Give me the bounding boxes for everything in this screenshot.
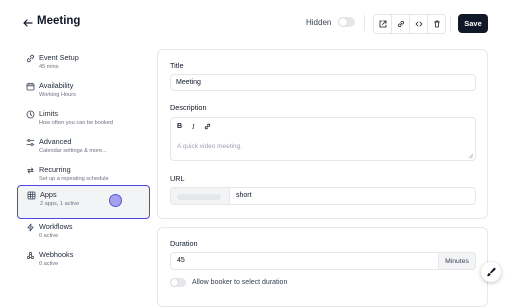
sidebar-item-label: Advanced <box>39 137 72 146</box>
url-prefix-blurred <box>177 194 221 200</box>
webhook-icon <box>26 251 35 260</box>
duration-unit: Minutes <box>438 252 476 270</box>
external-link-icon <box>379 20 387 28</box>
sidebar-item-label: Limits <box>39 109 59 118</box>
allow-booker-duration-toggle[interactable] <box>170 278 186 287</box>
cursor-indicator <box>109 194 122 207</box>
description-placeholder: A quick video meeting. <box>177 143 243 150</box>
sidebar-item-subtitle: 45 mins <box>39 64 59 70</box>
link-icon <box>26 54 35 63</box>
code-icon <box>415 20 423 28</box>
sidebar-item-subtitle: Working Hours <box>39 92 76 98</box>
back-arrow-icon[interactable] <box>22 17 34 29</box>
clock-icon <box>26 110 35 119</box>
toggle-knob <box>339 18 347 26</box>
divider <box>364 15 365 31</box>
page-title: Meeting <box>37 15 81 27</box>
editor-toolbar: B I <box>177 123 211 131</box>
url-prefix <box>170 187 229 205</box>
duration-label: Duration <box>170 239 198 248</box>
link-icon <box>205 123 211 130</box>
link-button[interactable] <box>204 123 211 131</box>
sidebar-item-label: Recurring <box>39 165 71 174</box>
link-icon <box>397 20 405 28</box>
brush-icon <box>486 267 496 277</box>
description-label: Description <box>170 103 207 112</box>
hidden-label: Hidden <box>306 18 332 27</box>
sidebar-item-subtitle: Set up a repeating schedule <box>39 176 109 182</box>
repeat-icon <box>26 166 35 175</box>
sidebar-item-subtitle: 0 active <box>39 233 59 239</box>
sidebar-item-subtitle: How often you can be booked <box>39 120 114 126</box>
delete-button[interactable] <box>428 15 445 33</box>
title-input[interactable]: Meeting <box>170 74 476 91</box>
grid-icon <box>27 191 36 200</box>
sidebar-item-subtitle: Calendar settings & more... <box>39 148 107 154</box>
toggle-knob <box>171 279 178 286</box>
toolbar-group <box>373 14 446 34</box>
zap-icon <box>26 223 35 232</box>
sidebar-item-label: Apps <box>40 190 57 199</box>
sliders-icon <box>26 138 35 147</box>
save-button[interactable]: Save <box>458 14 488 33</box>
bold-button[interactable]: B <box>177 123 182 131</box>
embed-button[interactable] <box>410 15 428 33</box>
copy-link-button[interactable] <box>392 15 410 33</box>
title-label: Title <box>170 61 184 70</box>
italic-button[interactable]: I <box>192 123 194 131</box>
sidebar-item-label: Availability <box>39 81 74 90</box>
trash-icon <box>433 20 441 28</box>
url-slug-input[interactable]: short <box>229 187 476 205</box>
calendar-icon <box>26 82 35 91</box>
sidebar-item-subtitle: 2 apps, 1 active <box>40 201 80 207</box>
external-link-button[interactable] <box>374 15 392 33</box>
floating-action-button[interactable] <box>481 262 501 282</box>
url-label: URL <box>170 174 185 183</box>
sidebar-item-subtitle: 0 active <box>39 261 59 267</box>
sidebar-item-webhooks[interactable]: Webhooks 0 active <box>17 246 150 280</box>
divider <box>450 15 451 31</box>
resize-handle-icon[interactable] <box>468 153 473 158</box>
description-editor[interactable]: B I A quick video meeting. <box>170 117 476 161</box>
sidebar-item-label: Webhooks <box>39 250 74 259</box>
sidebar-item-apps[interactable]: Apps 2 apps, 1 active <box>17 185 150 219</box>
allow-booker-duration-label: Allow booker to select duration <box>192 279 288 286</box>
sidebar-item-label: Event Setup <box>39 53 79 62</box>
sidebar-item-label: Workflows <box>39 222 73 231</box>
duration-input[interactable]: 45 <box>170 252 438 270</box>
hidden-toggle[interactable] <box>338 17 355 27</box>
